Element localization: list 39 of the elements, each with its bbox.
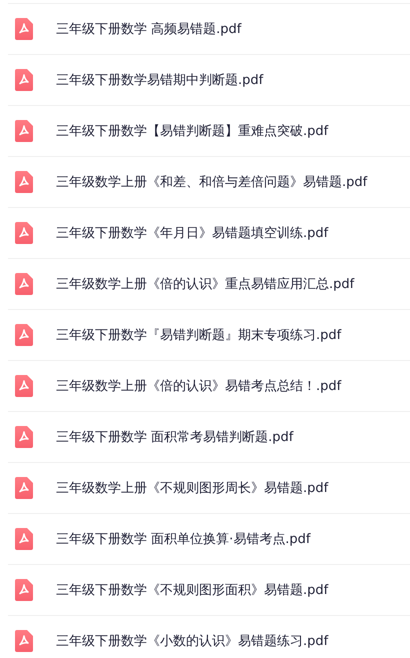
file-name: 三年级数学上册《不规则图形周长》易错题.pdf <box>56 480 328 497</box>
pdf-icon <box>15 222 33 244</box>
pdf-icon <box>15 120 33 142</box>
file-item[interactable]: 三年级下册数学《小数的认识》易错题练习.pdf <box>8 615 410 658</box>
file-item[interactable]: 三年级数学上册《倍的认识》易错考点总结！.pdf <box>8 360 410 411</box>
pdf-icon <box>15 18 33 40</box>
file-name: 三年级数学上册《和差、和倍与差倍问题》易错题.pdf <box>56 174 368 191</box>
file-item[interactable]: 三年级下册数学 面积常考易错判断题.pdf <box>8 411 410 462</box>
file-item[interactable]: 三年级下册数学《不规则图形面积》易错题.pdf <box>8 564 410 615</box>
file-item[interactable]: 三年级下册数学【易错判断题】重难点突破.pdf <box>8 105 410 156</box>
pdf-icon <box>15 630 33 652</box>
pdf-icon <box>15 477 33 499</box>
file-item[interactable]: 三年级下册数学『易错判断题』期末专项练习.pdf <box>8 309 410 360</box>
pdf-icon <box>15 273 33 295</box>
file-name: 三年级下册数学《不规则图形面积》易错题.pdf <box>56 582 328 599</box>
file-name: 三年级下册数学 面积单位换算·易错考点.pdf <box>56 531 310 548</box>
file-name: 三年级数学上册《倍的认识》易错考点总结！.pdf <box>56 378 342 395</box>
file-name: 三年级数学上册《倍的认识》重点易错应用汇总.pdf <box>56 276 354 293</box>
file-item[interactable]: 三年级数学上册《倍的认识》重点易错应用汇总.pdf <box>8 258 410 309</box>
file-item[interactable]: 三年级数学上册《不规则图形周长》易错题.pdf <box>8 462 410 513</box>
file-name: 三年级下册数学 面积常考易错判断题.pdf <box>56 429 294 446</box>
file-item[interactable]: 三年级数学上册《和差、和倍与差倍问题》易错题.pdf <box>8 156 410 207</box>
pdf-icon <box>15 69 33 91</box>
file-name: 三年级下册数学《年月日》易错题填空训练.pdf <box>56 225 328 242</box>
pdf-icon <box>15 324 33 346</box>
pdf-icon <box>15 375 33 397</box>
file-name: 三年级下册数学『易错判断题』期末专项练习.pdf <box>56 327 342 344</box>
file-name: 三年级下册数学 高频易错题.pdf <box>56 21 242 38</box>
file-name: 三年级下册数学《小数的认识》易错题练习.pdf <box>56 633 328 650</box>
file-item[interactable]: 三年级下册数学 高频易错题.pdf <box>8 3 410 54</box>
file-name: 三年级下册数学易错期中判断题.pdf <box>56 72 264 89</box>
file-name: 三年级下册数学【易错判断题】重难点突破.pdf <box>56 123 328 140</box>
file-item[interactable]: 三年级下册数学易错期中判断题.pdf <box>8 54 410 105</box>
pdf-icon <box>15 426 33 448</box>
pdf-icon <box>15 171 33 193</box>
pdf-icon <box>15 528 33 550</box>
pdf-icon <box>15 579 33 601</box>
file-item[interactable]: 三年级下册数学 面积单位换算·易错考点.pdf <box>8 513 410 564</box>
file-item[interactable]: 三年级下册数学《年月日》易错题填空训练.pdf <box>8 207 410 258</box>
